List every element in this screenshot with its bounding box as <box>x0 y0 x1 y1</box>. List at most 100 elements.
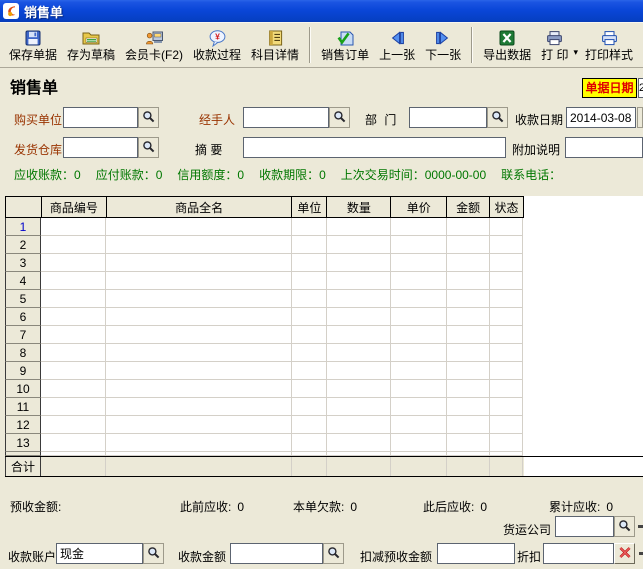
grid-cell[interactable] <box>490 218 523 236</box>
table-row[interactable]: 11 <box>5 398 524 416</box>
shipping-company-search-button[interactable] <box>614 516 635 537</box>
grid-cell[interactable] <box>490 362 523 380</box>
table-row[interactable]: 9 <box>5 362 524 380</box>
grid-cell[interactable] <box>41 362 106 380</box>
grid-cell[interactable] <box>327 326 391 344</box>
grid-cell[interactable] <box>292 326 327 344</box>
grid-cell[interactable] <box>447 218 490 236</box>
grid-cell[interactable] <box>41 344 106 362</box>
grid-cell[interactable] <box>292 272 327 290</box>
grid-cell[interactable] <box>41 308 106 326</box>
grid-cell[interactable] <box>391 416 447 434</box>
table-row[interactable]: 8 <box>5 344 524 362</box>
grid-cell[interactable] <box>447 380 490 398</box>
handler-input[interactable] <box>243 107 329 128</box>
grid-cell[interactable] <box>391 308 447 326</box>
grid-cell[interactable] <box>106 380 292 398</box>
table-row[interactable]: 13 <box>5 434 524 452</box>
grid-cell[interactable] <box>292 416 327 434</box>
grid-cell[interactable] <box>447 254 490 272</box>
grid-cell[interactable] <box>106 416 292 434</box>
buyer-search-button[interactable] <box>138 107 159 128</box>
grid-cell[interactable] <box>292 218 327 236</box>
receipt-date-dropdown-clipped[interactable] <box>637 107 643 128</box>
grid-cell[interactable] <box>447 290 490 308</box>
discount-clear-button[interactable] <box>614 543 635 564</box>
payment-amount-search-button[interactable] <box>323 543 344 564</box>
grid-cell[interactable] <box>447 326 490 344</box>
grid-cell[interactable] <box>106 308 292 326</box>
grid-cell[interactable] <box>292 398 327 416</box>
table-row[interactable]: 2 <box>5 236 524 254</box>
grid-cell[interactable] <box>391 326 447 344</box>
toolbar-button-print-style[interactable]: 打印样式 <box>580 24 638 66</box>
grid-cell[interactable] <box>391 380 447 398</box>
toolbar-button-subject-details[interactable]: 科目详情 <box>246 24 304 66</box>
payment-account-search-button[interactable] <box>143 543 164 564</box>
grid-cell[interactable] <box>447 416 490 434</box>
grid-cell[interactable] <box>447 434 490 452</box>
grid-cell[interactable] <box>106 362 292 380</box>
payment-amount-input[interactable] <box>230 543 323 564</box>
grid-cell[interactable] <box>391 272 447 290</box>
grid-cell[interactable] <box>327 308 391 326</box>
grid-cell[interactable] <box>391 398 447 416</box>
toolbar-button-member-card[interactable]: 会员卡(F2) <box>120 24 188 66</box>
shipping-company-input[interactable] <box>555 516 614 537</box>
grid-cell[interactable] <box>447 272 490 290</box>
grid-cell[interactable] <box>327 434 391 452</box>
grid-cell[interactable] <box>490 308 523 326</box>
grid-cell[interactable] <box>41 398 106 416</box>
grid-cell[interactable] <box>327 218 391 236</box>
grid-cell[interactable] <box>327 290 391 308</box>
grid-cell[interactable] <box>490 416 523 434</box>
grid-cell[interactable] <box>41 434 106 452</box>
grid-cell[interactable] <box>327 398 391 416</box>
receipt-date-input[interactable] <box>566 107 636 128</box>
grid-cell[interactable] <box>490 236 523 254</box>
table-row[interactable]: 12 <box>5 416 524 434</box>
grid-cell[interactable] <box>106 236 292 254</box>
document-date-button[interactable]: 单据日期 <box>582 78 637 98</box>
grid-cell[interactable] <box>447 236 490 254</box>
grid-cell[interactable] <box>327 236 391 254</box>
grid-cell[interactable] <box>41 272 106 290</box>
grid-cell[interactable] <box>41 218 106 236</box>
handler-search-button[interactable] <box>329 107 350 128</box>
grid-cell[interactable] <box>490 344 523 362</box>
grid-cell[interactable] <box>391 236 447 254</box>
grid-cell[interactable] <box>327 272 391 290</box>
table-row[interactable]: 6 <box>5 308 524 326</box>
grid-cell[interactable] <box>41 254 106 272</box>
grid-cell[interactable] <box>490 434 523 452</box>
grid-cell[interactable] <box>447 398 490 416</box>
print-dropdown-arrow[interactable]: ▾ <box>573 47 578 58</box>
grid-cell[interactable] <box>292 344 327 362</box>
grid-cell[interactable] <box>292 362 327 380</box>
grid-cell[interactable] <box>41 290 106 308</box>
toolbar-button-export-excel[interactable]: 导出数据 <box>478 24 536 66</box>
toolbar-button-save[interactable]: 保存单据 <box>4 24 62 66</box>
grid-cell[interactable] <box>292 380 327 398</box>
grid-cell[interactable] <box>391 434 447 452</box>
grid-cell[interactable] <box>490 290 523 308</box>
toolbar-button-sales-order-check[interactable]: 销售订单 <box>316 24 374 66</box>
grid-cell[interactable] <box>391 218 447 236</box>
toolbar-button-next[interactable]: 下一张 <box>420 24 466 66</box>
table-row[interactable]: 4 <box>5 272 524 290</box>
table-row[interactable]: 10 <box>5 380 524 398</box>
grid-cell[interactable] <box>447 308 490 326</box>
grid-cell[interactable] <box>391 344 447 362</box>
department-search-button[interactable] <box>487 107 508 128</box>
warehouse-search-button[interactable] <box>138 137 159 158</box>
grid-cell[interactable] <box>106 326 292 344</box>
payment-account-input[interactable] <box>56 543 143 564</box>
grid-cell[interactable] <box>106 218 292 236</box>
calendar-dropdown-button[interactable] <box>637 107 643 128</box>
grid-cell[interactable] <box>490 380 523 398</box>
grid-cell[interactable] <box>292 308 327 326</box>
grid-cell[interactable] <box>41 236 106 254</box>
table-row[interactable]: 5 <box>5 290 524 308</box>
grid-cell[interactable] <box>292 290 327 308</box>
grid-cell[interactable] <box>106 398 292 416</box>
